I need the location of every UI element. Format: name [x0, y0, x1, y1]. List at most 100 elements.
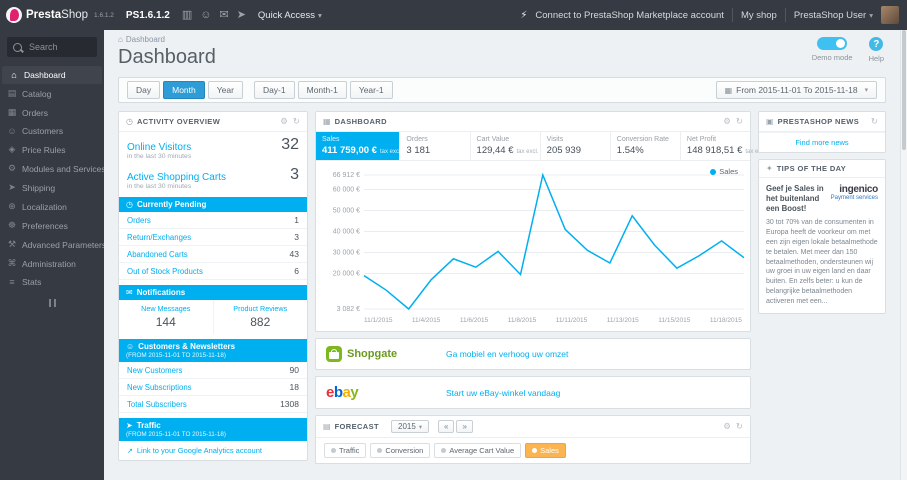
search-input[interactable]: [27, 41, 91, 53]
activity-stat-link[interactable]: Active Shopping Carts: [127, 172, 226, 183]
range-button-month-1[interactable]: Month-1: [297, 81, 347, 99]
date-range-label: From 2015-11-01 To 2015-11-18: [736, 85, 858, 95]
sidebar-item-dashboard[interactable]: ⌂ Dashboard: [2, 66, 102, 84]
google-analytics-link[interactable]: ↗ Link to your Google Analytics account: [119, 441, 307, 460]
chart-legend: Sales: [710, 167, 738, 176]
sidebar-item-administration[interactable]: ⌘ Administration: [0, 254, 104, 273]
quick-access-menu[interactable]: Quick Access: [258, 10, 322, 21]
sidebar-item-advanced-parameters[interactable]: ⚒ Advanced Parameters: [0, 235, 104, 254]
catalog-icon: ▤: [7, 88, 17, 98]
list-item[interactable]: New Customers 90: [119, 362, 307, 379]
promo-shopgate: Shopgate Ga mobiel en verhoog uw omzet: [315, 338, 751, 370]
collapse-sidebar-button[interactable]: [0, 291, 104, 315]
kpi-sales[interactable]: Sales 411 759,00 € tax excl.: [316, 132, 402, 160]
customer-icon[interactable]: ☺: [200, 9, 211, 21]
kpi-label: Conversion Rate: [616, 136, 669, 143]
x-axis-label: 11/15/2015: [658, 317, 691, 324]
ebay-letter: e: [326, 384, 334, 401]
time-range-toolbar: Day Month Year Day-1 Month-1 Year-1 ▦ From 20…: [118, 77, 886, 103]
row-label: Return/Exchanges: [127, 232, 192, 242]
kpi-net-profit[interactable]: Net Profit 148 918,51 € tax excl.: [681, 132, 768, 160]
date-range-picker[interactable]: ▦ From 2015-11-01 To 2015-11-18: [715, 81, 877, 99]
legend-label: Sales: [719, 167, 738, 176]
list-item[interactable]: Abandoned Carts 43: [119, 246, 307, 263]
sidebar-item-localization[interactable]: ⊕ Localization: [0, 197, 104, 216]
cart-icon[interactable]: ▥: [182, 9, 192, 21]
notification-cell[interactable]: Product Reviews 882: [214, 300, 308, 334]
activity-stat-link[interactable]: Online Visitors: [127, 142, 191, 153]
messages-icon[interactable]: ✉: [219, 9, 228, 21]
range-button-day[interactable]: Day: [127, 81, 161, 99]
avatar[interactable]: [881, 6, 899, 24]
sidebar-item-customers[interactable]: ☺ Customers: [0, 122, 104, 140]
shop-name[interactable]: PS1.6.1.2: [126, 10, 170, 21]
my-shop-link[interactable]: My shop: [741, 10, 777, 21]
home-icon: ⌂: [118, 35, 123, 44]
forecast-tab-conversion[interactable]: Conversion: [370, 443, 431, 458]
list-item[interactable]: Total Subscribers 1308: [119, 396, 307, 413]
sidebar-item-catalog[interactable]: ▤ Catalog: [0, 84, 104, 103]
section-title: Notifications: [136, 288, 186, 297]
sidebar-item-label: Localization: [22, 201, 67, 212]
forecast-tab-average-cart-value[interactable]: Average Cart Value: [434, 443, 522, 458]
shopgate-promo-link[interactable]: Ga mobiel en verhoog uw omzet: [446, 349, 568, 359]
panel-title: ACTIVITY OVERVIEW: [136, 117, 221, 126]
divider: [784, 8, 786, 22]
find-more-news-link[interactable]: Find more news: [759, 132, 885, 152]
range-button-year-1[interactable]: Year-1: [349, 81, 393, 99]
notification-cell[interactable]: New Messages 144: [119, 300, 214, 334]
marketplace-link[interactable]: Connect to PrestaShop Marketplace accoun…: [535, 10, 724, 21]
forecast-tab-label: Sales: [540, 446, 559, 455]
section-subtitle: (FROM 2015-11-01 TO 2015-11-18): [126, 431, 226, 438]
forecast-nav-button[interactable]: «: [438, 420, 455, 433]
forecast-nav-button[interactable]: »: [456, 420, 473, 433]
sidebar-item-preferences[interactable]: ☸ Preferences: [0, 216, 104, 235]
sidebar-item-stats[interactable]: ≡ Stats: [0, 273, 104, 291]
list-item[interactable]: Orders 1: [119, 212, 307, 229]
kpi-orders[interactable]: Orders 3 181: [400, 132, 471, 160]
kpi-conversion-rate[interactable]: Conversion Rate 1.54%: [611, 132, 681, 160]
activity-stat: Online Visitors 32 in the last 30 minutes: [119, 132, 307, 162]
sidebar-nav: ⌂ Dashboard ▤ Catalog ▦ Orders ☺ Customers ◈ Pric…: [0, 66, 104, 291]
dashboard-panel: ▦ DASHBOARD ⚙ ↻ Sales 411 759,00 € tax exc…: [315, 111, 768, 332]
list-item[interactable]: Return/Exchanges 3: [119, 229, 307, 246]
help-icon[interactable]: ?: [869, 37, 884, 51]
sidebar-item-shipping[interactable]: ➤ Shipping: [0, 178, 104, 197]
calendar-icon: ▦: [724, 85, 733, 95]
kpi-visits[interactable]: Visits 205 939: [541, 132, 611, 160]
demo-mode-toggle[interactable]: [817, 37, 848, 50]
ebay-promo-link[interactable]: Start uw eBay-winkel vandaag: [446, 388, 560, 398]
refresh-icon[interactable]: ↻: [871, 116, 878, 127]
range-button-year[interactable]: Year: [207, 81, 243, 99]
list-item[interactable]: New Subscriptions 18: [119, 379, 307, 396]
panel-title: FORECAST: [334, 422, 380, 431]
scrollbar-thumb[interactable]: [902, 30, 906, 150]
range-button-day-1[interactable]: Day-1: [253, 81, 295, 99]
year-select[interactable]: 2015: [391, 420, 430, 433]
forecast-tab-sales[interactable]: Sales: [525, 443, 566, 458]
sidebar-item-modules-and-services[interactable]: ⚙ Modules and Services: [0, 159, 104, 178]
forecast-tab-traffic[interactable]: Traffic: [324, 443, 367, 458]
activity-stat-row: Active Shopping Carts 3: [127, 167, 299, 184]
shipping-icon: ➤: [8, 182, 16, 192]
row-label: New Customers: [127, 365, 183, 375]
rocket-icon[interactable]: ➤: [237, 9, 246, 21]
scrollbar[interactable]: [900, 30, 907, 480]
legend-dot-icon: [710, 168, 717, 175]
sidebar-item-price-rules[interactable]: ◈ Price Rules: [0, 140, 104, 159]
gear-icon[interactable]: ⚙: [723, 421, 731, 432]
refresh-icon[interactable]: ↻: [736, 116, 743, 127]
kpi-value-row: 129,44 € tax excl.: [477, 145, 539, 156]
refresh-icon[interactable]: ↻: [293, 116, 300, 127]
x-axis-label: 11/4/2015: [411, 317, 441, 324]
range-button-month[interactable]: Month: [163, 81, 205, 99]
gear-icon[interactable]: ⚙: [280, 116, 288, 127]
sidebar-item-orders[interactable]: ▦ Orders: [0, 103, 104, 122]
user-menu[interactable]: PrestaShop User: [794, 10, 873, 21]
kpi-cart-value[interactable]: Cart Value 129,44 € tax excl.: [471, 132, 541, 160]
x-axis-label: 11/1/2015: [364, 317, 393, 324]
gear-icon[interactable]: ⚙: [723, 116, 731, 127]
refresh-icon[interactable]: ↻: [736, 421, 743, 432]
prestashop-logo[interactable]: PrestaShop 1.6.1.2: [6, 7, 114, 23]
list-item[interactable]: Out of Stock Products 6: [119, 263, 307, 280]
